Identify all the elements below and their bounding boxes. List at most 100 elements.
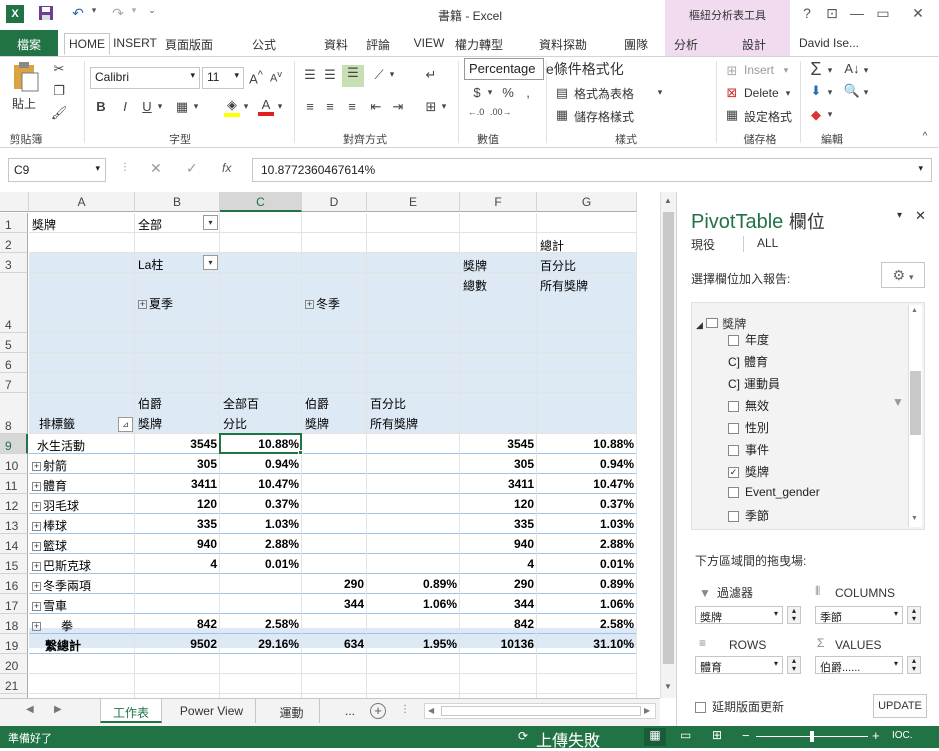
row-header-20[interactable]: 20 <box>0 654 28 674</box>
formula-input[interactable]: 10.8772360467614% ▾ <box>252 158 932 182</box>
row-header-14[interactable]: 14 <box>0 534 28 554</box>
align-right-icon[interactable]: ≡ <box>344 99 360 114</box>
page-layout-view-icon[interactable]: ▭ <box>680 728 691 742</box>
add-sheet-icon[interactable]: + <box>370 703 386 719</box>
scroll-right-icon[interactable]: ▶ <box>644 706 650 715</box>
orientation-dropdown-icon[interactable]: ▾ <box>388 69 396 80</box>
value-cell-b[interactable]: 9502 <box>138 637 220 651</box>
autosum-icon[interactable]: Σ <box>806 59 826 80</box>
field-checkbox[interactable] <box>728 445 739 457</box>
row-label[interactable]: 水生活動 <box>37 437 135 454</box>
expand-icon[interactable]: + <box>138 300 147 310</box>
row-header-18[interactable]: 18 <box>0 614 28 634</box>
field-item[interactable]: Event_gender <box>728 485 820 499</box>
find-select-dropdown-icon[interactable]: ▾ <box>862 87 870 98</box>
number-format-select[interactable]: Percentage <box>464 58 544 80</box>
field-item[interactable]: 事件 <box>728 441 769 458</box>
value-cell-f[interactable]: 3545 <box>463 437 537 451</box>
tab-data-explore[interactable]: 資料探勘 <box>534 33 592 55</box>
upload-failed-icon[interactable]: ⟳ <box>518 729 528 743</box>
field-item[interactable]: 性別 <box>728 419 769 436</box>
row-label[interactable]: + 冬季兩項 <box>32 577 135 594</box>
row-header-15[interactable]: 15 <box>0 554 28 574</box>
row-header-11[interactable]: 11 <box>0 474 28 494</box>
value-cell-g[interactable]: 31.10% <box>540 637 637 651</box>
fill-dropdown-icon[interactable]: ▾ <box>826 87 834 98</box>
field-checkbox[interactable]: ✓ <box>728 467 739 479</box>
clear-dropdown-icon[interactable]: ▾ <box>826 109 834 120</box>
row-label[interactable]: + 體育 <box>32 477 135 494</box>
filters-move-spinner[interactable]: ▴ ▾ <box>787 606 801 624</box>
field-item[interactable]: C] 體育 <box>728 353 768 370</box>
row-header-12[interactable]: 12 <box>0 494 28 514</box>
confirm-entry-icon[interactable]: ✓ <box>186 160 198 177</box>
tab-power-pivot[interactable]: 權力轉型 <box>448 33 510 55</box>
vertical-scrollbar-track[interactable]: ▲ ▼ <box>660 192 676 698</box>
scroll-up-icon[interactable]: ▲ <box>664 196 672 205</box>
field-scroll-up-icon[interactable]: ▲ <box>911 307 918 314</box>
scroll-down-icon[interactable]: ▼ <box>664 682 672 691</box>
name-box[interactable]: C9 ▾ <box>8 158 106 182</box>
filters-zone-field[interactable]: 獎牌 ▾ <box>695 606 783 624</box>
insert-function-icon[interactable]: fx <box>222 161 231 175</box>
expand-icon[interactable]: + <box>32 582 41 592</box>
field-list-scrollbar[interactable]: ▲ ▼ <box>908 305 922 527</box>
expand-icon[interactable]: + <box>305 300 314 310</box>
tab-analyze[interactable]: 分析 <box>668 33 704 55</box>
align-bottom-icon[interactable]: ☰ <box>342 65 364 87</box>
tab-formulas[interactable]: 公式 <box>246 33 282 55</box>
expand-icon[interactable]: + <box>32 502 41 512</box>
vertical-scroll-thumb[interactable] <box>663 212 674 664</box>
row-label[interactable]: + 羽毛球 <box>32 497 135 514</box>
row-header-1[interactable]: 1 <box>0 213 28 233</box>
value-cell-f[interactable]: 335 <box>463 517 537 531</box>
horizontal-scrollbar[interactable]: ◀ ▶ <box>424 703 656 719</box>
tab-file[interactable]: 檔案 <box>0 30 58 56</box>
percent-icon[interactable]: % <box>500 85 516 100</box>
tab-home[interactable]: HOME <box>64 33 110 55</box>
grand-total-label[interactable]: 繫總計 <box>45 637 135 654</box>
row-header-2[interactable]: 2 <box>0 233 28 253</box>
column-header-d[interactable]: D <box>302 192 367 212</box>
pivot-filter-label[interactable]: 獎牌 <box>32 216 135 233</box>
conditional-format-button[interactable]: e條件格式化 <box>546 59 624 79</box>
row-header-19[interactable]: 19 <box>0 634 28 654</box>
page-break-view-icon[interactable]: ⊞ <box>712 728 722 742</box>
expand-icon[interactable]: + <box>32 622 41 632</box>
value-cell-g[interactable]: 0.94% <box>540 457 637 471</box>
value-cell-f[interactable]: 10136 <box>463 637 537 651</box>
sort-filter-dropdown-icon[interactable]: ▾ <box>862 65 870 76</box>
values-zone-field[interactable]: 伯爵...... ▾ <box>815 656 903 674</box>
fill-color-icon[interactable]: ◈ <box>224 97 240 117</box>
cell-styles-button[interactable]: 儲存格樣式 <box>574 108 634 125</box>
rows-move-spinner[interactable]: ▴ ▾ <box>787 656 801 674</box>
value-cell-b[interactable]: 120 <box>138 497 220 511</box>
format-as-table-icon[interactable]: ▤ <box>554 85 570 101</box>
format-as-table-button[interactable]: 格式為表格 <box>574 85 634 102</box>
zoom-in-icon[interactable]: + <box>872 728 880 743</box>
collapse-ribbon-icon[interactable]: ^ <box>918 131 932 142</box>
tab-view[interactable]: VIEW <box>412 33 446 55</box>
value-cell-f[interactable]: 305 <box>463 457 537 471</box>
decrease-decimal-icon[interactable]: .00→ <box>490 107 512 117</box>
summer-pct-header-line2[interactable]: 分比 <box>223 415 302 432</box>
value-cell-f[interactable]: 344 <box>463 597 537 611</box>
close-icon[interactable]: ✕ <box>908 5 928 25</box>
column-header-b[interactable]: B <box>135 192 220 212</box>
value-cell-d[interactable]: 634 <box>305 637 367 651</box>
field-checkbox[interactable] <box>728 335 739 347</box>
insert-cells-button[interactable]: Insert <box>744 63 774 77</box>
values-move-spinner[interactable]: ▴ ▾ <box>907 656 921 674</box>
zoom-slider-thumb[interactable] <box>810 731 814 742</box>
sort-filter-icon[interactable]: A↓ <box>842 61 862 76</box>
more-sheets-button[interactable]: ... <box>338 699 362 723</box>
customize-toolbar-icon[interactable]: ⌄ <box>146 5 158 25</box>
wrap-text-icon[interactable]: ↵ <box>422 67 440 83</box>
upload-status[interactable]: 上傳失敗 <box>536 727 600 751</box>
paste-button[interactable]: 貼上 <box>12 95 36 112</box>
minimize-icon[interactable]: — <box>847 5 867 25</box>
value-cell-d[interactable]: 344 <box>305 597 367 611</box>
align-middle-icon[interactable]: ☰ <box>322 67 338 83</box>
underline-icon[interactable]: U <box>140 99 154 114</box>
checkbox-box[interactable] <box>695 702 706 714</box>
